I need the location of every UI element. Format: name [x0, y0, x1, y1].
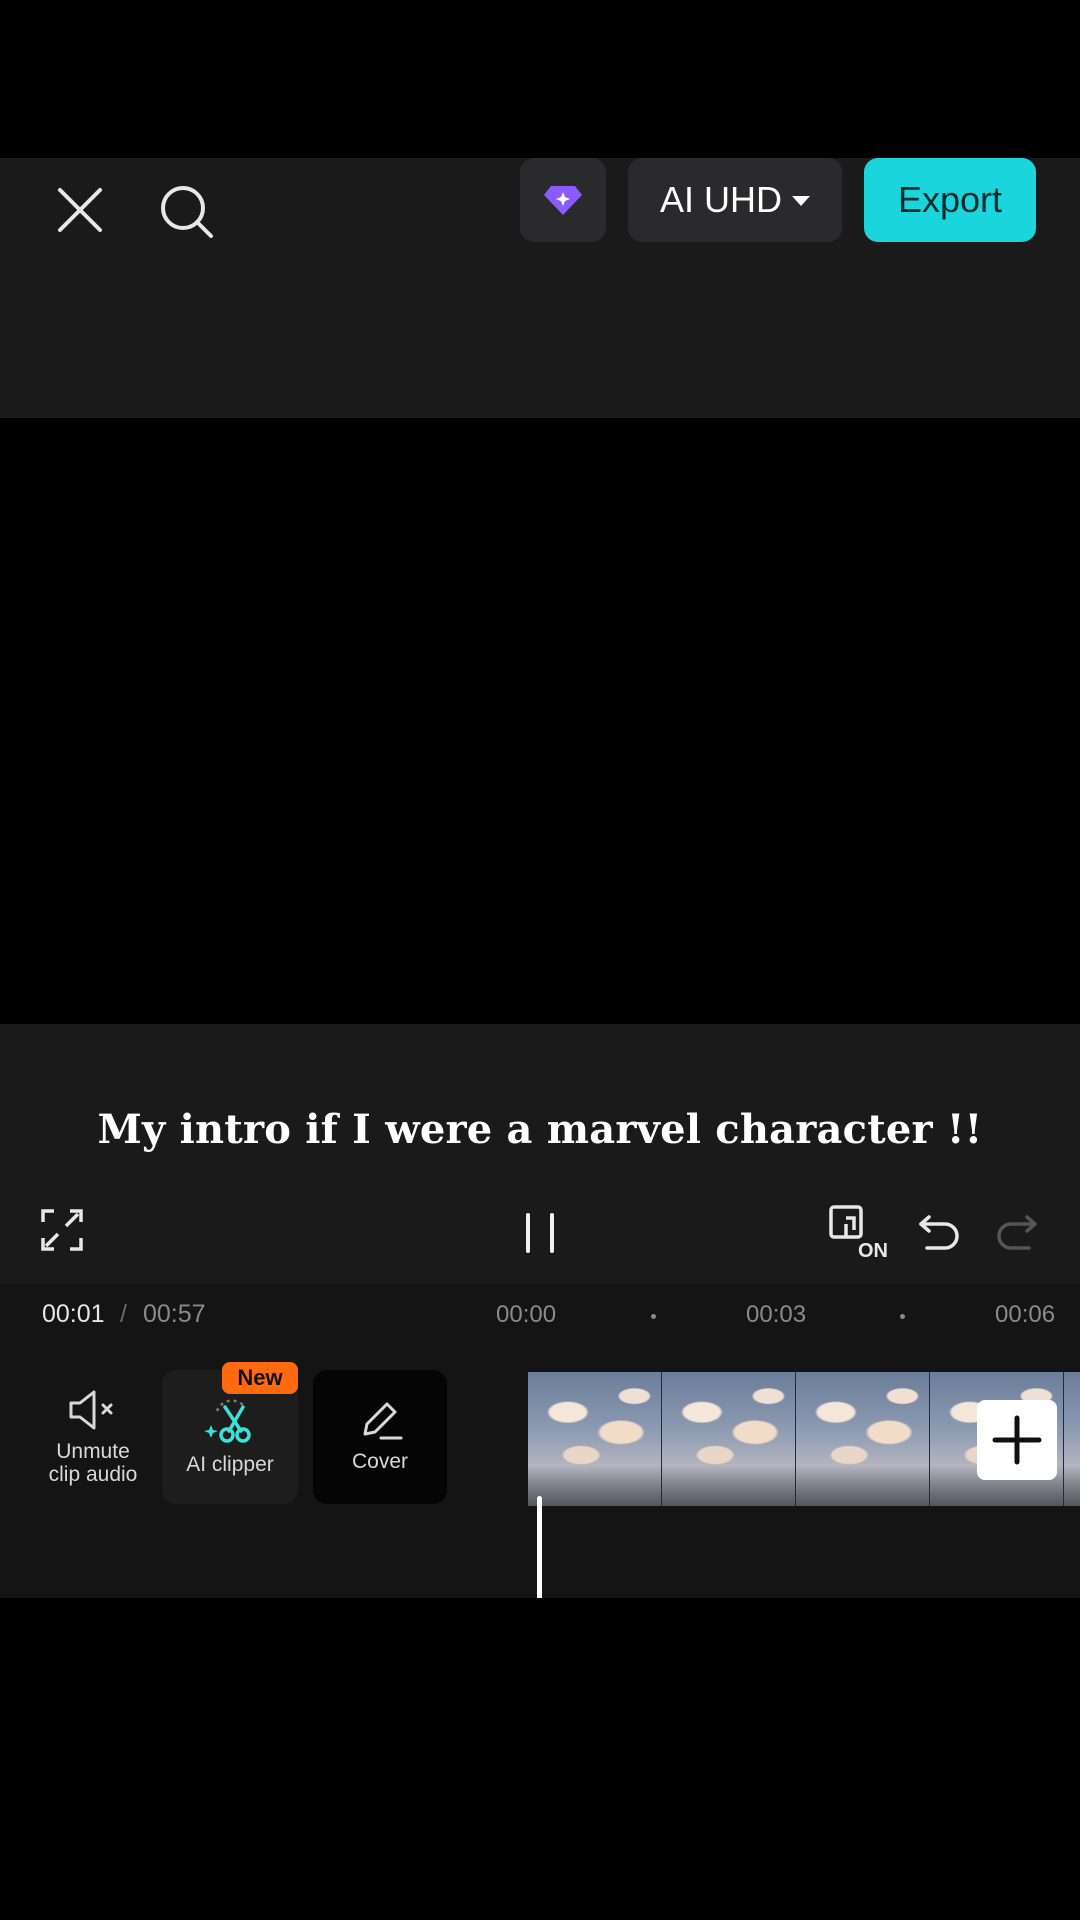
- total-time: 00:57: [143, 1300, 206, 1328]
- resolution-label: AI UHD: [659, 179, 782, 220]
- close-icon: [58, 188, 102, 232]
- resolution-dropdown[interactable]: AI UHD: [628, 158, 842, 242]
- export-label: Export: [897, 179, 1003, 220]
- mute-icon: [69, 1390, 113, 1430]
- pro-button[interactable]: [520, 158, 606, 242]
- redo-button[interactable]: [992, 1206, 1042, 1256]
- clip-frame: [1064, 1372, 1080, 1506]
- unmute-clip-audio-button[interactable]: Unmute clip audio: [30, 1370, 156, 1504]
- pause-icon: [526, 1213, 554, 1253]
- cover-button[interactable]: Cover: [313, 1370, 447, 1504]
- search-button[interactable]: [155, 180, 219, 244]
- pencil-icon: [363, 1402, 403, 1440]
- new-badge: New: [222, 1362, 298, 1394]
- current-time: 00:01: [42, 1300, 105, 1328]
- diamond-icon: [544, 186, 582, 215]
- ruler-tick-label: 00:03: [746, 1301, 807, 1328]
- tool-label: Unmute: [56, 1439, 130, 1463]
- top-bar: AI UHD Export: [0, 158, 1080, 418]
- pause-button[interactable]: [515, 1208, 565, 1258]
- main-track-toggle[interactable]: ON: [826, 1202, 890, 1262]
- svg-text:ON: ON: [858, 1240, 888, 1260]
- bottom-letterbox: [0, 1598, 1080, 1920]
- tool-label: Cover: [351, 1450, 409, 1474]
- ai-scissors-icon: [204, 1399, 251, 1444]
- clip-frame: [796, 1372, 930, 1506]
- ruler-tick-label: 00:00: [496, 1301, 557, 1328]
- main-track-icon: ON: [829, 1205, 888, 1260]
- ruler-dot: [651, 1314, 656, 1319]
- video-caption: My intro if I were a marvel character !!: [97, 1106, 983, 1153]
- ruler-tick-label: 00:06: [995, 1301, 1056, 1328]
- undo-button[interactable]: [914, 1206, 964, 1256]
- tool-label: clip audio: [48, 1463, 138, 1486]
- search-icon: [161, 186, 213, 238]
- plus-icon: [977, 1400, 1057, 1480]
- add-clip-button[interactable]: [977, 1400, 1057, 1480]
- fullscreen-button[interactable]: [38, 1206, 86, 1254]
- time-separator: /: [120, 1300, 127, 1328]
- tool-label: AI clipper: [186, 1453, 274, 1477]
- fullscreen-icon: [41, 1209, 83, 1251]
- video-preview[interactable]: [0, 418, 1080, 1024]
- redo-icon: [997, 1215, 1037, 1250]
- export-button[interactable]: Export: [864, 158, 1036, 242]
- editor-app: AI UHD Export My intro if I were a marve…: [0, 158, 1080, 1756]
- undo-icon: [919, 1215, 959, 1250]
- close-button[interactable]: [50, 180, 110, 240]
- ruler-dot: [900, 1314, 905, 1319]
- clip-frame: [662, 1372, 796, 1506]
- clip-frame: [528, 1372, 662, 1506]
- caret-down-icon: [792, 196, 810, 206]
